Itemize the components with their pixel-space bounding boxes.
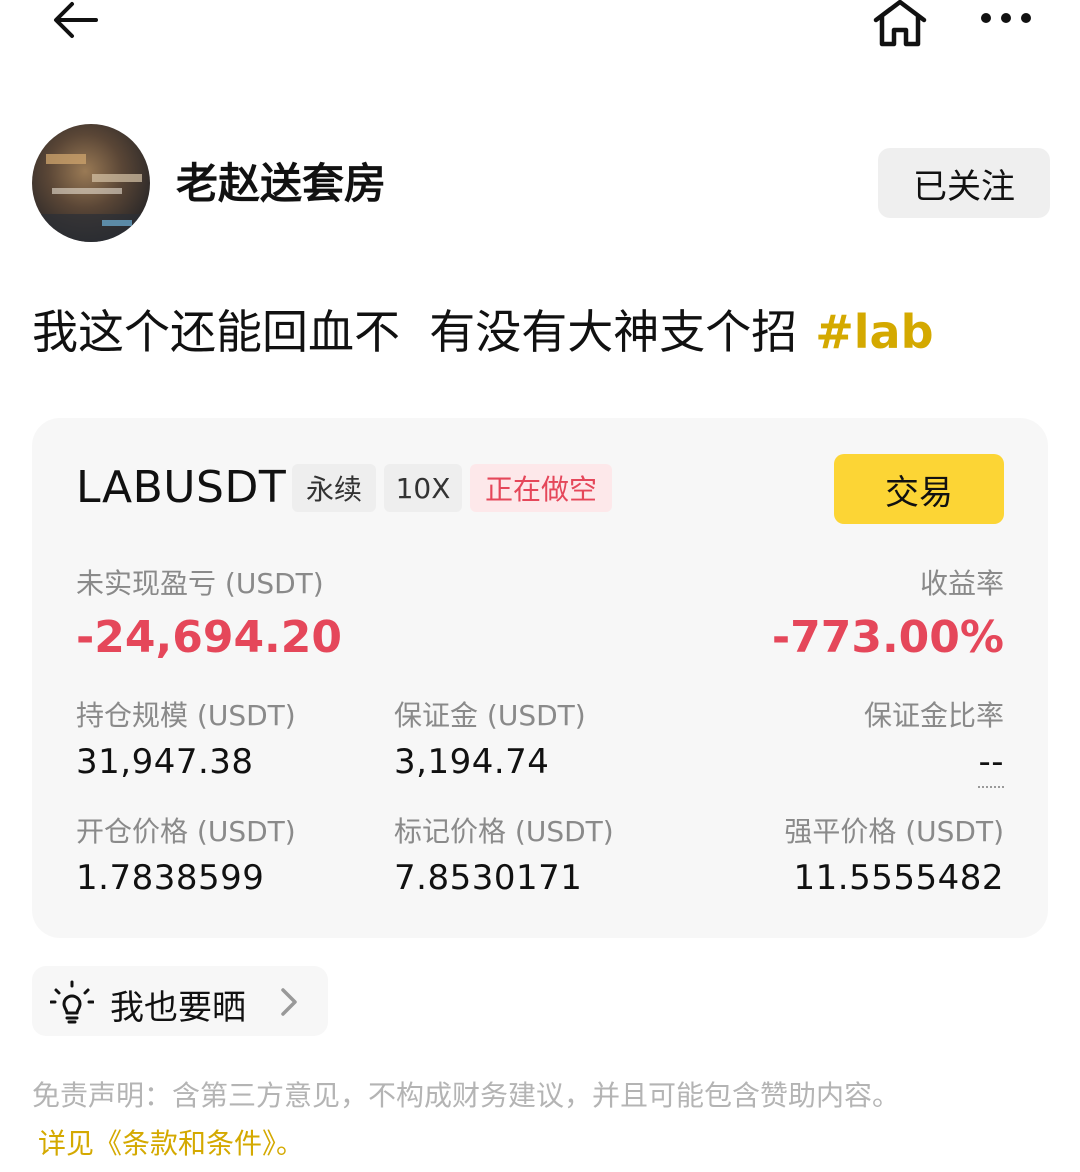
entry-price-value: 1.7838599	[76, 858, 265, 898]
home-icon[interactable]	[870, 0, 930, 48]
liquidation-price-value: 11.5555482	[793, 858, 1004, 898]
post-text: 我这个还能回血不 有没有大神支个招 #lab	[32, 296, 934, 362]
roi-label: 收益率	[919, 567, 1004, 600]
author-name[interactable]: 老赵送套房	[176, 150, 386, 211]
chevron-right-icon	[281, 988, 297, 1016]
avatar[interactable]	[32, 124, 150, 242]
symbol-title: LABUSDT	[76, 462, 287, 513]
terms-link[interactable]: 详见《条款和条件》	[38, 1127, 276, 1160]
liquidation-price-label: 强平价格 (USDT)	[784, 815, 1004, 848]
margin-ratio-label: 保证金比率	[863, 699, 1004, 732]
margin-value: 3,194.74	[394, 742, 550, 782]
short-status-tag: 正在做空	[470, 464, 612, 512]
post-body: 我这个还能回血不 有没有大神支个招	[32, 305, 798, 359]
perpetual-tag: 永续	[292, 464, 376, 512]
leverage-tag: 10X	[384, 464, 462, 512]
disclaimer-text: 免责声明：含第三方意见，不构成财务建议，并且可能包含赞助内容。	[32, 1079, 901, 1112]
share-label: 我也要晒	[110, 988, 246, 1028]
margin-ratio-text: --	[978, 742, 1004, 788]
hashtag-link[interactable]: #lab	[815, 305, 933, 359]
trade-button[interactable]: 交易	[834, 454, 1004, 524]
unrealized-pnl-value: -24,694.20	[76, 612, 342, 663]
mark-price-value: 7.8530171	[394, 858, 583, 898]
more-icon[interactable]	[978, 6, 1034, 30]
position-size-label: 持仓规模 (USDT)	[76, 699, 296, 732]
roi-value: -773.00%	[771, 612, 1004, 663]
following-button[interactable]: 已关注	[878, 148, 1050, 218]
margin-label: 保证金 (USDT)	[394, 699, 586, 732]
position-size-value: 31,947.38	[76, 742, 254, 782]
terms-line: 详见《条款和条件》。	[38, 1122, 304, 1162]
unrealized-pnl-label: 未实现盈亏 (USDT)	[76, 567, 324, 600]
top-bar	[0, 0, 1080, 60]
back-arrow-icon[interactable]	[48, 0, 104, 40]
position-card: LABUSDT 永续 10X 正在做空 交易 未实现盈亏 (USDT) 收益率 …	[32, 418, 1048, 938]
share-button[interactable]: 我也要晒	[32, 966, 328, 1036]
terms-suffix: 。	[276, 1127, 305, 1160]
entry-price-label: 开仓价格 (USDT)	[76, 815, 296, 848]
lightbulb-icon	[50, 980, 94, 1024]
margin-ratio-value[interactable]: --	[978, 742, 1004, 788]
mark-price-label: 标记价格 (USDT)	[394, 815, 614, 848]
